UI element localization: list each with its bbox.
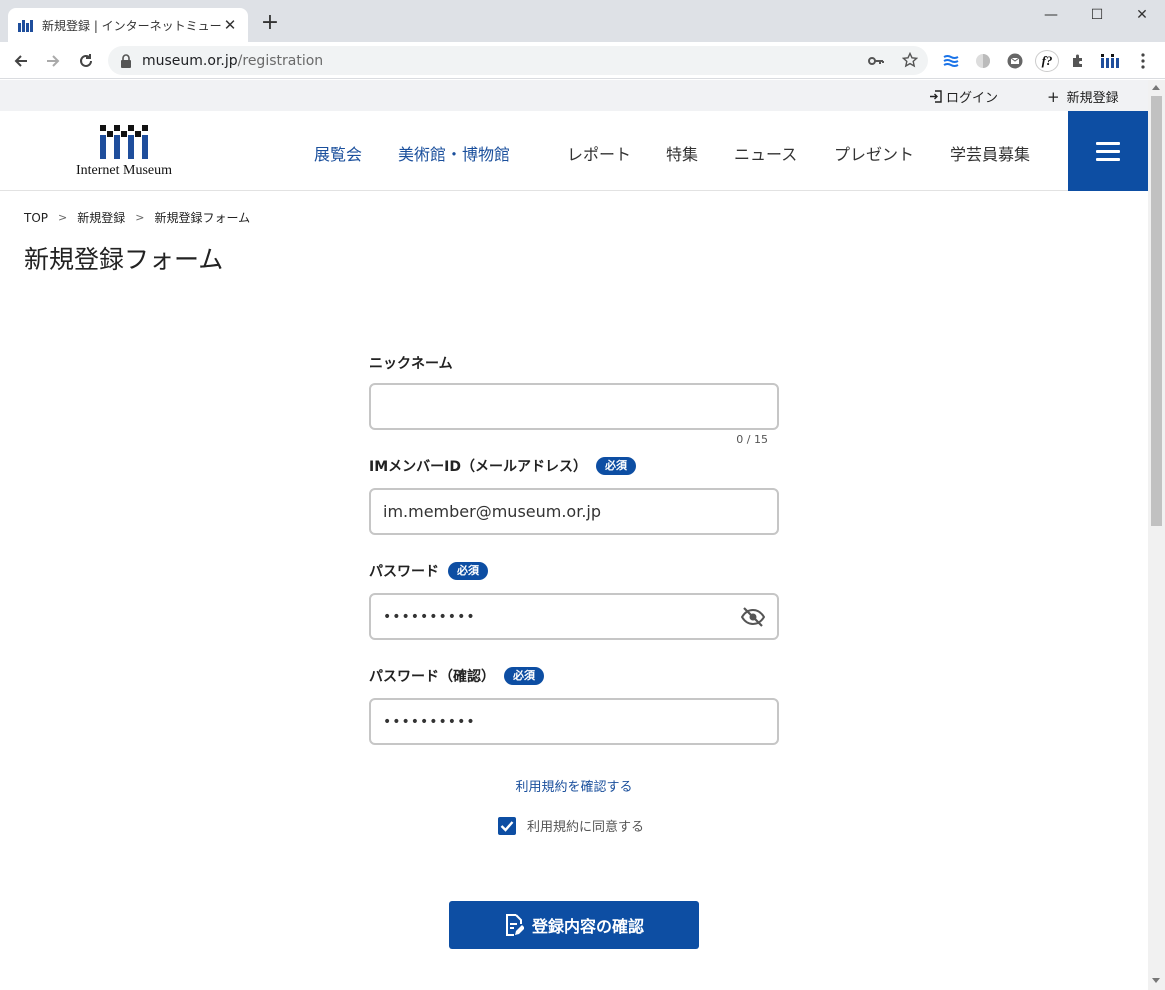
plus-icon: + xyxy=(1047,87,1060,106)
utility-bar: ログイン + 新規登録 xyxy=(0,80,1148,111)
reload-icon xyxy=(80,54,92,67)
browser-menu-icon[interactable] xyxy=(1132,50,1154,72)
breadcrumb-register[interactable]: 新規登録 xyxy=(77,209,125,226)
nav-reports[interactable]: レポート xyxy=(567,141,631,165)
extension-wave-icon[interactable] xyxy=(940,50,962,72)
register-label: 新規登録 xyxy=(1066,91,1119,106)
forward-arrow-icon xyxy=(47,55,60,67)
scroll-down-arrow-icon[interactable] xyxy=(1152,978,1160,983)
hamburger-menu-button[interactable] xyxy=(1068,111,1148,191)
lock-icon xyxy=(121,53,131,68)
register-link[interactable]: + 新規登録 xyxy=(1047,87,1119,107)
terms-link[interactable]: 利用規約を確認する xyxy=(369,776,779,795)
tab-title: 新規登録 | インターネットミュージアム xyxy=(42,18,222,33)
nav-curator-jobs[interactable]: 学芸員募集 xyxy=(950,141,1030,165)
extension-circle-icon[interactable] xyxy=(972,50,994,72)
login-icon xyxy=(930,90,942,103)
url-host: museum.or.jp xyxy=(142,52,238,69)
minimize-button[interactable]: — xyxy=(1028,0,1074,30)
url-path: /registration xyxy=(237,52,324,69)
required-badge: 必須 xyxy=(504,667,544,685)
nickname-char-counter: 0 / 15 xyxy=(736,433,768,446)
member-id-label: IMメンバーID（メールアドレス） 必須 xyxy=(369,456,636,476)
key-icon[interactable] xyxy=(868,56,884,66)
page-title: 新規登録フォーム xyxy=(24,245,224,274)
nickname-input[interactable] xyxy=(369,383,779,430)
breadcrumb: TOP > 新規登録 > 新規登録フォーム xyxy=(24,209,250,226)
password-value: •••••••••• xyxy=(383,608,476,625)
browser-tab[interactable]: 新規登録 | インターネットミュージアム ✕ xyxy=(8,8,248,42)
logo-text: Internet Museum xyxy=(75,163,173,178)
required-badge: 必須 xyxy=(448,562,488,580)
address-bar[interactable]: museum.or.jp/registration xyxy=(108,46,928,75)
nav-presents[interactable]: プレゼント xyxy=(834,141,914,165)
back-arrow-icon xyxy=(14,55,27,67)
tab-close-icon[interactable]: ✕ xyxy=(222,16,238,34)
password-field[interactable]: •••••••••• xyxy=(369,593,779,640)
nav-exhibitions[interactable]: 展覧会 xyxy=(314,141,362,165)
scroll-up-arrow-icon[interactable] xyxy=(1152,85,1160,90)
nav-news[interactable]: ニュース xyxy=(734,141,797,165)
museum-logo-mark-icon xyxy=(100,125,148,159)
breadcrumb-chevron-icon: > xyxy=(135,211,145,224)
password-confirm-label: パスワード（確認） 必須 xyxy=(369,666,544,686)
museum-favicon-icon xyxy=(18,18,34,32)
extension-mail-icon[interactable] xyxy=(1004,50,1026,72)
nickname-label: ニックネーム xyxy=(369,356,453,372)
agree-label: 利用規約に同意する xyxy=(527,820,645,835)
extension-f-icon[interactable]: f? xyxy=(1035,50,1059,72)
breadcrumb-chevron-icon: > xyxy=(58,211,68,224)
web-page: ログイン + 新規登録 Internet Museum 展覧会 美術館・博物館 … xyxy=(0,80,1148,990)
confirm-registration-button[interactable]: 登録内容の確認 xyxy=(449,901,699,949)
password-confirm-value: •••••••••• xyxy=(383,713,476,730)
breadcrumb-current: 新規登録フォーム xyxy=(154,211,251,225)
page-scrollbar[interactable] xyxy=(1148,80,1165,990)
submit-label: 登録内容の確認 xyxy=(531,917,644,936)
password-confirm-field[interactable]: •••••••••• xyxy=(369,698,779,745)
site-logo[interactable]: Internet Museum xyxy=(64,125,184,181)
email-field[interactable]: im.member@museum.or.jp xyxy=(369,488,779,535)
nav-features[interactable]: 特集 xyxy=(666,141,698,165)
terms-agree-checkbox[interactable]: 利用規約に同意する xyxy=(498,816,644,835)
required-badge: 必須 xyxy=(595,457,636,475)
back-button[interactable] xyxy=(8,48,34,74)
reload-button[interactable] xyxy=(73,48,99,74)
site-header: Internet Museum 展覧会 美術館・博物館 レポート 特集 ニュース… xyxy=(0,111,1148,191)
password-label: パスワード 必須 xyxy=(369,561,488,581)
document-edit-icon xyxy=(505,914,524,936)
login-label: ログイン xyxy=(946,91,999,106)
scrollbar-thumb[interactable] xyxy=(1151,96,1162,526)
new-tab-button[interactable]: + xyxy=(258,12,282,36)
browser-tab-strip: 新規登録 | インターネットミュージアム ✕ + — ☐ ✕ xyxy=(0,0,1165,42)
extension-im-icon[interactable] xyxy=(1099,50,1121,72)
hide-password-eye-icon[interactable] xyxy=(741,607,765,627)
login-link[interactable]: ログイン xyxy=(929,87,998,106)
extensions-puzzle-icon[interactable] xyxy=(1067,50,1089,72)
checkbox-checked-icon[interactable] xyxy=(498,816,516,835)
forward-button[interactable] xyxy=(40,48,66,74)
window-close-button[interactable]: ✕ xyxy=(1119,0,1165,30)
hamburger-icon xyxy=(1096,141,1120,145)
email-value: im.member@museum.or.jp xyxy=(383,502,602,521)
maximize-button[interactable]: ☐ xyxy=(1074,0,1120,30)
browser-toolbar: museum.or.jp/registration f? xyxy=(0,42,1165,79)
nav-museums[interactable]: 美術館・博物館 xyxy=(398,141,510,165)
bookmark-star-icon[interactable] xyxy=(902,52,918,68)
breadcrumb-top[interactable]: TOP xyxy=(24,211,48,225)
